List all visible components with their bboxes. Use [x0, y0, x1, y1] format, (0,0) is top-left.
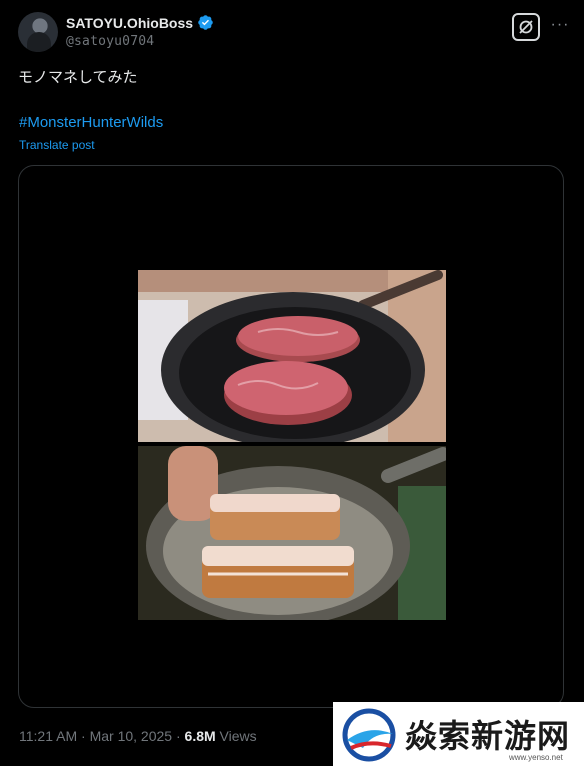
post-metadata: 11:21 AM · Mar 10, 2025 · 6.8M Views [19, 728, 257, 744]
author-display-name[interactable]: SATOYU.OhioBoss [66, 15, 193, 31]
user-avatar[interactable] [18, 12, 58, 52]
views-count: 6.8M [184, 728, 216, 744]
more-icon: ··· [550, 16, 570, 33]
video-panel-steak [138, 270, 446, 442]
hashtag-link[interactable]: #MonsterHunterWilds [19, 114, 163, 131]
post-text: モノマネしてみた [18, 68, 138, 86]
metadata-separator: · [81, 728, 86, 744]
author-name-row: SATOYU.OhioBoss [66, 14, 214, 31]
views-label: Views [219, 728, 257, 744]
translate-post-link[interactable]: Translate post [19, 138, 95, 152]
frying-pan-bacon-image [138, 446, 446, 620]
video-player[interactable] [18, 165, 564, 708]
more-options-button[interactable]: ··· [550, 17, 570, 37]
frying-pan-steak-image [138, 270, 446, 442]
metadata-separator: · [175, 728, 181, 744]
post-date[interactable]: Mar 10, 2025 [90, 728, 173, 744]
watermark-url: www.yenso.net [509, 753, 563, 762]
site-watermark: 焱索新游网 www.yenso.net [333, 702, 584, 766]
grok-button[interactable] [512, 13, 540, 41]
grok-icon [519, 20, 533, 34]
verified-badge-icon [198, 15, 213, 30]
video-frame[interactable] [138, 270, 446, 620]
post-header: SATOYU.OhioBoss @satoyu0704 ··· [18, 12, 570, 56]
watermark-logo-icon [342, 708, 396, 762]
video-panel-bacon [138, 446, 446, 620]
author-handle[interactable]: @satoyu0704 [66, 34, 154, 49]
watermark-text: 焱索新游网 [405, 717, 571, 755]
post-time[interactable]: 11:21 AM [19, 728, 77, 744]
